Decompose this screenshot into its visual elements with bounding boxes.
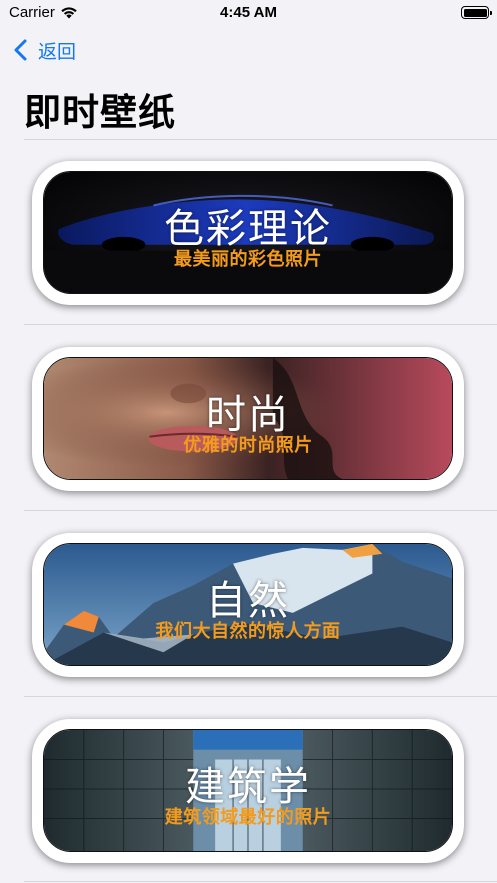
card-image-frame: 色彩理论 最美丽的彩色照片 <box>43 171 453 294</box>
divider <box>24 510 497 511</box>
battery-icon <box>461 6 492 19</box>
page-title: 即时壁纸 <box>24 91 176 134</box>
back-label: 返回 <box>38 40 77 63</box>
divider <box>24 324 497 325</box>
clock: 4:45 AM <box>220 4 277 21</box>
card-image-frame: 自然 我们大自然的惊人方面 <box>43 543 453 666</box>
card-subtitle: 建筑领域最好的照片 <box>164 807 332 828</box>
category-card-color-theory[interactable]: 色彩理论 最美丽的彩色照片 <box>32 161 464 305</box>
status-bar: Carrier 4:45 AM <box>0 0 497 28</box>
category-card-architecture[interactable]: 建筑学 建筑领域最好的照片 <box>32 719 464 863</box>
divider <box>24 139 497 140</box>
chevron-left-icon <box>14 39 27 61</box>
back-button[interactable]: 返回 <box>12 36 76 64</box>
category-card-fashion[interactable]: 时尚 优雅的时尚照片 <box>32 347 464 491</box>
card-image-frame: 建筑学 建筑领域最好的照片 <box>43 729 453 852</box>
card-subtitle: 我们大自然的惊人方面 <box>155 621 341 642</box>
divider <box>24 696 497 697</box>
category-card-nature[interactable]: 自然 我们大自然的惊人方面 <box>32 533 464 677</box>
divider <box>24 881 497 882</box>
card-subtitle: 优雅的时尚照片 <box>183 435 313 456</box>
card-subtitle: 最美丽的彩色照片 <box>174 249 322 270</box>
card-image-frame: 时尚 优雅的时尚照片 <box>43 357 453 480</box>
